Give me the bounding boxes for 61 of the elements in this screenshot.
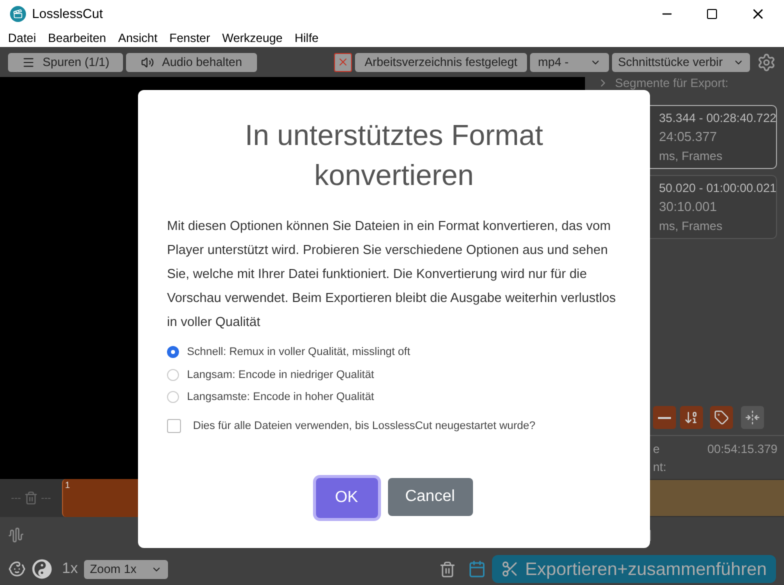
ok-button[interactable]: OK [316, 478, 378, 518]
export-button[interactable]: Exportieren+zusammenführen [492, 555, 776, 583]
split-icon [745, 410, 760, 425]
radio-button[interactable] [167, 391, 179, 404]
dash-mark: --- [11, 492, 21, 506]
cancel-button[interactable]: Cancel [388, 478, 472, 516]
menu-icon [22, 56, 35, 68]
menu-item[interactable]: Bearbeiten [48, 28, 106, 46]
baby-icon[interactable] [8, 560, 26, 578]
minus-icon [658, 416, 671, 418]
option-label: Schnell: Remux in voller Qualität, misslingt oft [187, 345, 410, 360]
menu-item[interactable]: Werkzeuge [222, 28, 283, 46]
total-duration: 00:54:15.379 [707, 441, 778, 458]
format-select[interactable]: mp4 - [530, 52, 609, 72]
split-button[interactable] [741, 406, 764, 429]
workdir-button[interactable]: Arbeitsverzeichnis festgelegt [355, 52, 527, 72]
segment-range: 35.344 - 00:28:40.722 [659, 110, 776, 128]
segment-units: ms, Frames [659, 218, 724, 235]
radio-button[interactable] [167, 368, 179, 381]
close-icon [337, 56, 349, 68]
menu-item[interactable]: Datei [8, 28, 36, 46]
menu-item[interactable]: Fenster [169, 28, 210, 46]
menu-item[interactable]: Hilfe [294, 28, 319, 46]
mode-select[interactable]: Schnittstücke verbir [612, 52, 750, 72]
waveform-icon[interactable] [8, 527, 24, 543]
scissors-icon [501, 560, 520, 578]
segment-duration: 30:10.001 [659, 198, 718, 216]
tracks-button[interactable]: Spuren (1/1) [8, 52, 123, 72]
option-label: Langsamste: Encode in hoher Qualität [187, 390, 374, 405]
radio-button[interactable] [167, 346, 179, 358]
checkbox[interactable] [167, 418, 181, 433]
clear-button[interactable] [334, 52, 352, 72]
speaker-icon [140, 56, 154, 68]
app-logo-icon [10, 6, 26, 22]
yin-yang-icon[interactable] [32, 559, 52, 579]
sort-icon [684, 410, 699, 425]
sort-button[interactable] [680, 406, 703, 429]
segment-duration: 24:05.377 [659, 128, 718, 146]
segment-units: ms, Frames [659, 148, 724, 165]
trash-icon[interactable] [439, 560, 456, 578]
tag-icon [714, 410, 729, 425]
segment-number: 1 [65, 479, 70, 492]
dialog-title: In unterstütztes Format konvertieren [244, 119, 544, 194]
window-title: LosslessCut [32, 5, 103, 24]
calendar-icon[interactable] [468, 560, 486, 578]
tag-button[interactable] [710, 406, 733, 429]
zoom-select[interactable]: Zoom 1x [84, 560, 168, 578]
menu-item[interactable]: Ansicht [118, 28, 158, 46]
segments-heading: Segmente für Export: [615, 77, 728, 89]
segment-range: 50.020 - 01:00:00.021 [659, 180, 776, 198]
dash-mark: --- [41, 492, 51, 506]
speed-label: 1x [62, 558, 78, 579]
settings-icon[interactable] [757, 52, 776, 72]
checkbox-label: Dies für alle Dateien verwenden, bis LosslessCut neugestartet wurde? [193, 418, 536, 434]
audio-button[interactable]: Audio behalten [126, 52, 257, 72]
cut-label: nt: [653, 459, 666, 476]
duration-label: e [653, 441, 661, 458]
option-label: Langsam: Encode in niedriger Qualität [187, 368, 374, 382]
remove-button[interactable] [653, 406, 676, 429]
maximize-icon[interactable] [706, 8, 718, 20]
dialog-text: Mit diesen Optionen können Sie Dateien in ein Format konvertieren, das vom Player unterstützt wird. Probieren Sie verschiedene Optionen aus und sehen Sie, welche mit Ihrer Datei funktioniert. Die Konvertierung wird nur für die Vorschau verwendet. Beim Exportieren bleibt die Ausgabe weiterhin verlustlos in voller Qualität [167, 217, 617, 331]
